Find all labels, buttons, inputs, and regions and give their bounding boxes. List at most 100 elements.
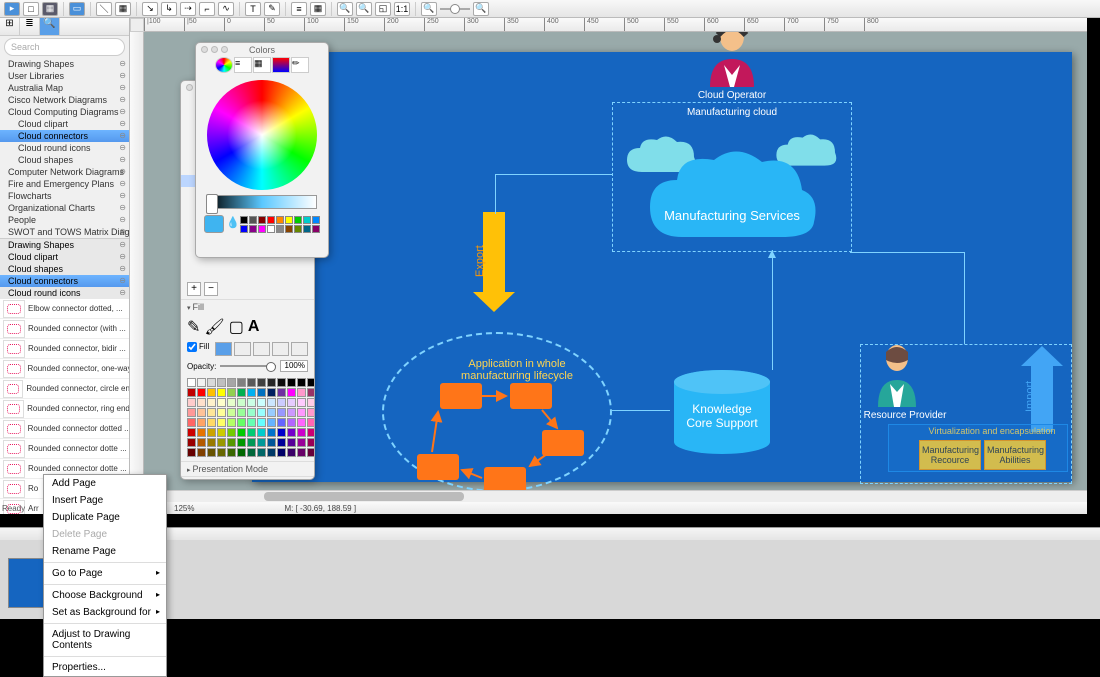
page-thumbnail-1[interactable] <box>8 558 48 608</box>
palette-swatch[interactable] <box>307 398 315 407</box>
lib-tree-item[interactable]: People <box>0 214 129 226</box>
palette-swatch[interactable] <box>217 388 226 397</box>
mini-swatch[interactable] <box>312 216 320 224</box>
palette-swatch[interactable] <box>277 438 286 447</box>
palette-swatch[interactable] <box>197 438 206 447</box>
lib-tree-item[interactable]: Drawing Shapes <box>0 58 129 70</box>
palette-swatch[interactable] <box>217 398 226 407</box>
fill-radial-tab[interactable] <box>253 342 270 356</box>
palette-swatch[interactable] <box>287 408 296 417</box>
open-lib-item[interactable]: Drawing Shapes <box>0 239 129 251</box>
fill-image-tab[interactable] <box>291 342 308 356</box>
lib-tree-item[interactable]: Cloud shapes <box>0 154 129 166</box>
palette-swatch[interactable] <box>267 428 276 437</box>
mini-swatch[interactable] <box>294 225 302 233</box>
palette-swatch[interactable] <box>297 408 306 417</box>
menu-item[interactable]: Add Page <box>44 475 166 492</box>
mini-swatch[interactable] <box>249 216 257 224</box>
hypernote-section[interactable]: Hypernote <box>181 476 314 480</box>
color-wheel[interactable] <box>207 80 317 190</box>
palette-swatch[interactable] <box>247 378 256 387</box>
tb-zoom-slider[interactable] <box>440 8 470 10</box>
palette-swatch[interactable] <box>187 378 196 387</box>
palette-swatch[interactable] <box>297 438 306 447</box>
tb-selectall-icon[interactable]: ▦ <box>42 2 58 16</box>
lib-tree-item[interactable]: Cloud Computing Diagrams <box>0 106 129 118</box>
palette-swatch[interactable] <box>277 418 286 427</box>
palette-swatch[interactable] <box>237 408 246 417</box>
tb-zoom2-icon[interactable]: 🔍 <box>473 2 489 16</box>
lib-tree-item[interactable]: Cloud round icons <box>0 142 129 154</box>
lib-tree-item[interactable]: Computer Network Diagrams <box>0 166 129 178</box>
connector-item[interactable]: Rounded connector (with ... <box>0 319 129 339</box>
palette-swatch[interactable] <box>307 378 315 387</box>
palette-swatch[interactable] <box>287 398 296 407</box>
palette-swatch[interactable] <box>237 388 246 397</box>
fill-linear-tab[interactable] <box>234 342 251 356</box>
palette-swatch[interactable] <box>267 418 276 427</box>
add-layer-btn[interactable]: + <box>187 282 201 296</box>
palette-swatch[interactable] <box>257 438 266 447</box>
palette-swatch[interactable] <box>307 438 315 447</box>
palette-swatch[interactable] <box>247 408 256 417</box>
min-icon[interactable] <box>211 46 218 53</box>
palette-swatch[interactable] <box>237 418 246 427</box>
palette-swatch[interactable] <box>197 448 206 457</box>
mini-swatch[interactable] <box>249 225 257 233</box>
palette-swatch[interactable] <box>257 428 266 437</box>
palette-swatch[interactable] <box>217 448 226 457</box>
palette-swatch[interactable] <box>227 428 236 437</box>
tb-table-icon[interactable]: ▦ <box>115 2 131 16</box>
crayons-tab-icon[interactable]: ✏ <box>291 57 309 73</box>
fill-solid-tab[interactable] <box>215 342 232 356</box>
palette-swatch[interactable] <box>227 378 236 387</box>
lib-tree-item[interactable]: Fire and Emergency Plans <box>0 178 129 190</box>
fill-checkbox[interactable] <box>187 342 197 352</box>
tb-zoom-icon[interactable]: 🔍 <box>421 2 437 16</box>
palette-swatch[interactable] <box>187 428 196 437</box>
wheel-tab-icon[interactable] <box>215 57 233 73</box>
palette-swatch[interactable] <box>207 418 216 427</box>
mini-swatch[interactable] <box>303 225 311 233</box>
library-search-input[interactable]: Search <box>4 38 125 56</box>
tb-text-icon[interactable]: T <box>245 2 261 16</box>
remove-layer-btn[interactable]: − <box>204 282 218 296</box>
palette-swatch[interactable] <box>297 388 306 397</box>
palette-swatch[interactable] <box>267 378 276 387</box>
palette-swatch[interactable] <box>307 428 315 437</box>
connector-item[interactable]: Rounded connector, bidir ... <box>0 339 129 359</box>
palette-swatch[interactable] <box>217 378 226 387</box>
palette-swatch[interactable] <box>267 448 276 457</box>
palette-swatch[interactable] <box>267 398 276 407</box>
sliders-tab-icon[interactable]: ≡ <box>234 57 252 73</box>
palette-swatch[interactable] <box>197 388 206 397</box>
mini-swatch[interactable] <box>276 225 284 233</box>
menu-item[interactable]: Rename Page <box>44 543 166 560</box>
palette-swatch[interactable] <box>267 388 276 397</box>
open-lib-item[interactable]: Cloud shapes <box>0 263 129 275</box>
connector-item[interactable]: Rounded connector dotted ... <box>0 419 129 439</box>
connector-item[interactable]: Rounded connector, circle ends <box>0 379 129 399</box>
palette-swatch[interactable] <box>207 408 216 417</box>
open-lib-item[interactable]: Cloud connectors <box>0 275 129 287</box>
palette-swatch[interactable] <box>257 418 266 427</box>
palette-swatch[interactable] <box>207 388 216 397</box>
palette-swatch[interactable] <box>197 418 206 427</box>
palette-swatch[interactable] <box>247 418 256 427</box>
menu-item[interactable]: Duplicate Page <box>44 509 166 526</box>
palette-swatch[interactable] <box>277 378 286 387</box>
connector-item[interactable]: Rounded connector, ring ends <box>0 399 129 419</box>
palette-swatch[interactable] <box>187 388 196 397</box>
palette-swatch[interactable] <box>217 428 226 437</box>
palette-swatch[interactable] <box>247 388 256 397</box>
fill-section[interactable]: Fill <box>181 299 314 314</box>
connector-item[interactable]: Elbow connector dotted, ... <box>0 299 129 319</box>
mini-swatch[interactable] <box>303 216 311 224</box>
max-icon[interactable] <box>221 46 228 53</box>
palette-swatch[interactable] <box>287 448 296 457</box>
palette-swatch[interactable] <box>247 428 256 437</box>
connector-item[interactable]: Rounded connector, one-way <box>0 359 129 379</box>
lib-tab-grid-icon[interactable]: ⊞ <box>0 18 20 35</box>
palette-swatch[interactable] <box>277 388 286 397</box>
tb-guides-icon[interactable]: ▦ <box>310 2 326 16</box>
